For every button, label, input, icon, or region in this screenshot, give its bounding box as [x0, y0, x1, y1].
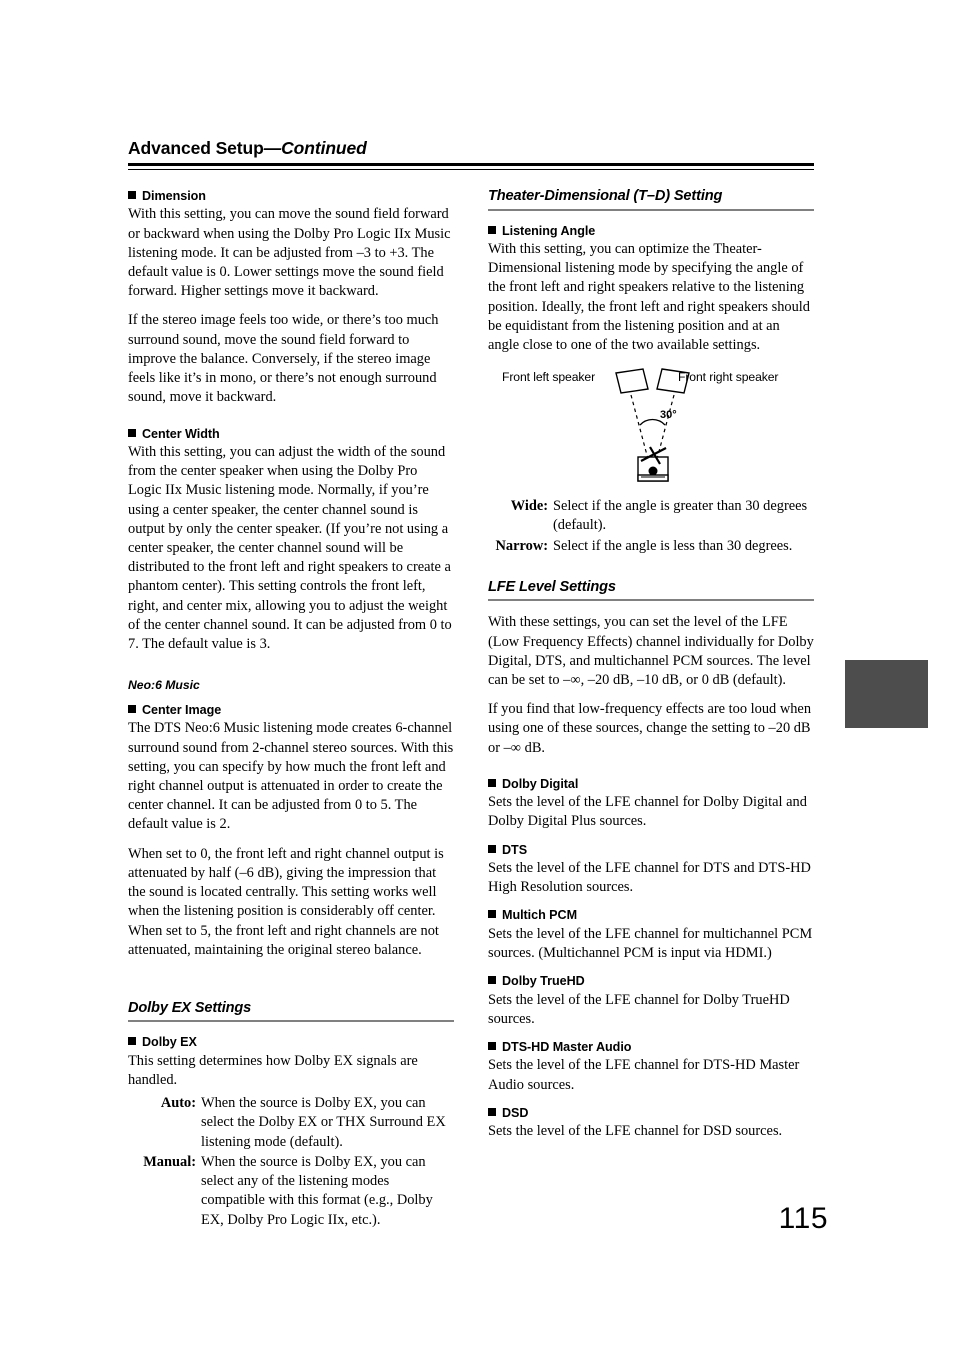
right-column: Theater-Dimensional (T–D) Setting Listen…: [488, 188, 814, 1151]
angle-line-left: [630, 395, 649, 460]
section-heading-dolby-ex-settings: Dolby EX Settings: [128, 999, 252, 1016]
paragraph: Sets the level of the LFE channel for mu…: [488, 925, 813, 962]
subsection-label: Dolby EX: [142, 1035, 197, 1050]
definition-term: Auto:: [160, 1095, 196, 1112]
definition-description: When the source is Dolby EX, you can sel…: [201, 1153, 433, 1228]
paragraph: Sets the level of the LFE channel for DT…: [488, 1057, 800, 1093]
paragraph: Sets the level of the LFE channel for DS…: [488, 1123, 783, 1140]
section-rule: [488, 208, 814, 211]
paragraph: With this setting, you can adjust the wi…: [128, 443, 452, 653]
paragraph: Sets the level of the LFE channel for Do…: [488, 794, 807, 830]
paragraph: With these settings, you can set the lev…: [488, 614, 814, 688]
subsection-label: Dolby TrueHD: [502, 974, 585, 989]
definition-list-dolby-ex: Auto: When the source is Dolby EX, you c…: [128, 1094, 454, 1230]
page-header-continued: —Continued: [263, 138, 367, 158]
square-bullet-icon: [128, 704, 136, 713]
subsection-label: Listening Angle: [502, 223, 596, 238]
left-column: Dimension With this setting, you can mov…: [128, 188, 454, 1231]
paragraph: The DTS Neo:6 Music listening mode creat…: [128, 720, 454, 833]
listener-seat-icon: [637, 446, 669, 482]
speaker-layout-diagram: Front left speaker Front right speaker 3…: [488, 365, 814, 485]
definition-list-listening-angle: Wide: Select if the angle is greater tha…: [488, 497, 814, 556]
front-right-speaker-label: Front right speaker: [678, 370, 779, 385]
subsection-heading-dolby-ex: Dolby EX: [128, 1034, 454, 1050]
square-bullet-icon: [488, 225, 496, 234]
definition-row: Narrow: Select if the angle is less than…: [488, 537, 814, 556]
paragraph: If you find that low-frequency effects a…: [488, 701, 812, 756]
paragraph: This setting determines how Dolby EX sig…: [128, 1052, 418, 1089]
subsection-heading-center-width: Center Width: [128, 426, 454, 442]
subsection-heading-dts: DTS: [488, 842, 814, 858]
section-rule: [128, 1020, 454, 1023]
definition-description: Select if the angle is greater than 30 d…: [553, 498, 808, 534]
section-rule: [488, 599, 814, 602]
subsection-label: DTS-HD Master Audio: [502, 1040, 632, 1055]
page-header: Advanced Setup—Continued: [128, 138, 814, 158]
definition-term: Narrow:: [495, 537, 548, 554]
group-label-neo6-music: Neo:6 Music: [128, 678, 200, 693]
front-left-speaker-label: Front left speaker: [502, 370, 596, 385]
subsection-heading-dolby-truehd: Dolby TrueHD: [488, 973, 814, 989]
header-rule-thin: [128, 169, 814, 170]
subsection-label: Multich PCM: [502, 908, 578, 923]
paragraph: If the stereo image feels too wide, or t…: [128, 312, 439, 406]
square-bullet-icon: [488, 844, 496, 853]
subsection-label: DTS: [502, 842, 528, 857]
section-heading-lfe-level-settings: LFE Level Settings: [488, 578, 616, 595]
subsection-heading-listening-angle: Listening Angle: [488, 223, 814, 239]
subsection-label: DSD: [502, 1105, 529, 1120]
paragraph: Sets the level of the LFE channel for DT…: [488, 860, 811, 896]
subsection-label: Center Width: [142, 426, 220, 441]
square-bullet-icon: [128, 1037, 136, 1046]
square-bullet-icon: [488, 976, 496, 985]
subsection-heading-dts-hd-master-audio: DTS-HD Master Audio: [488, 1039, 814, 1055]
paragraph: With this setting, you can optimize the …: [488, 240, 810, 353]
subsection-heading-dimension: Dimension: [128, 188, 454, 204]
page-number: 115: [778, 1202, 828, 1235]
square-bullet-icon: [488, 910, 496, 919]
page-thumb-tab-marker: [845, 660, 928, 728]
square-bullet-icon: [488, 1042, 496, 1051]
definition-term: Manual:: [143, 1153, 196, 1170]
subsection-heading-multich-pcm: Multich PCM: [488, 907, 814, 923]
subsection-heading-dolby-digital: Dolby Digital: [488, 776, 814, 792]
square-bullet-icon: [128, 191, 136, 199]
paragraph: When set to 0, the front left and right …: [128, 845, 444, 958]
angle-value-label: 30°: [660, 409, 677, 422]
subsection-label: Dimension: [142, 189, 206, 203]
square-bullet-icon: [488, 778, 496, 787]
header-rule-thick: [128, 163, 814, 166]
subsection-label: Center Image: [142, 702, 222, 717]
document-page: Advanced Setup—Continued Dimension With …: [0, 0, 954, 1351]
definition-row: Auto: When the source is Dolby EX, you c…: [128, 1094, 454, 1152]
definition-term: Wide:: [510, 498, 548, 515]
square-bullet-icon: [128, 428, 136, 437]
page-title: Advanced Setup: [128, 138, 264, 158]
subsection-heading-dsd: DSD: [488, 1105, 814, 1121]
square-bullet-icon: [488, 1107, 496, 1116]
front-left-speaker-icon: [615, 368, 649, 394]
paragraph: Sets the level of the LFE channel for Do…: [488, 991, 790, 1027]
definition-description: Select if the angle is less than 30 degr…: [553, 537, 793, 554]
page-header-line: Advanced Setup—Continued: [128, 138, 814, 158]
definition-description: When the source is Dolby EX, you can sel…: [201, 1095, 446, 1150]
paragraph: With this setting, you can move the soun…: [128, 206, 451, 300]
definition-row: Manual: When the source is Dolby EX, you…: [128, 1153, 454, 1230]
subsection-heading-center-image: Center Image: [128, 702, 454, 718]
definition-row: Wide: Select if the angle is greater tha…: [488, 497, 814, 535]
subsection-label: Dolby Digital: [502, 776, 579, 791]
section-heading-theater-dimensional: Theater-Dimensional (T–D) Setting: [488, 188, 723, 204]
